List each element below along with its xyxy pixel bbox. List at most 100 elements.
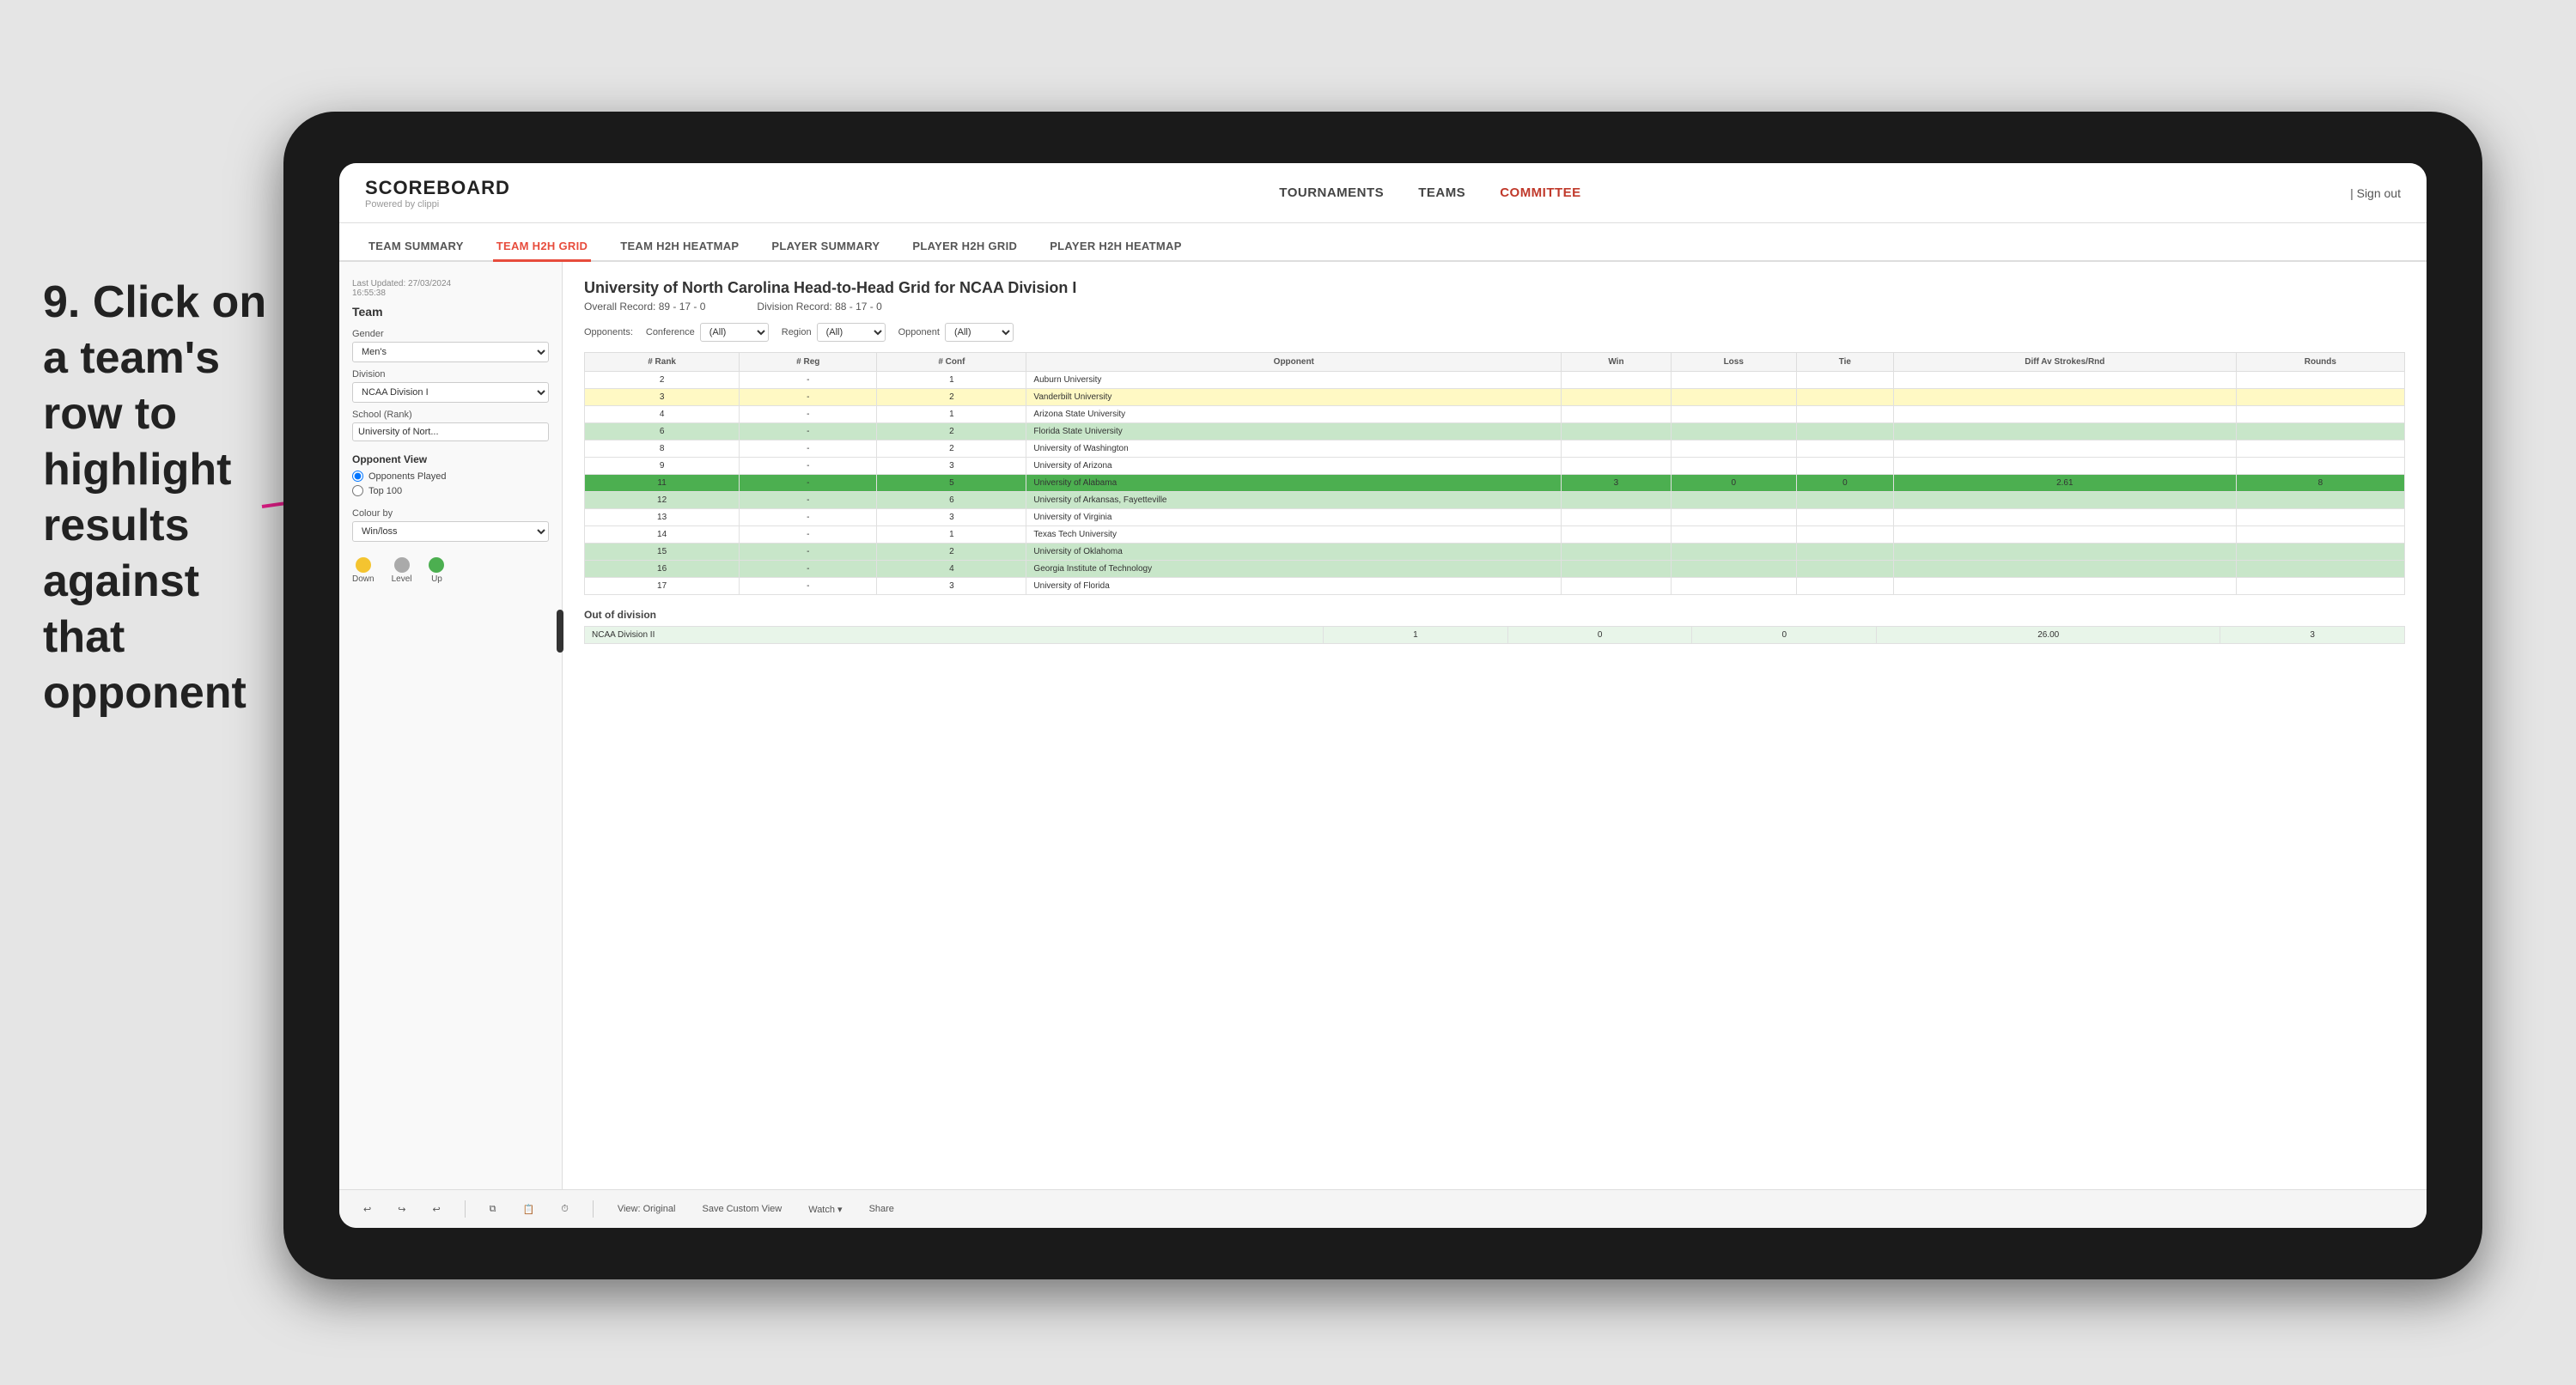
filters-row: Opponents: Conference (All) Region (All) <box>584 323 2405 342</box>
brand-logo: SCOREBOARD Powered by clippi <box>365 177 510 210</box>
tab-team-summary[interactable]: TEAM SUMMARY <box>365 233 467 262</box>
scene: 9. Click on a team's row to highlight re… <box>0 0 2576 1385</box>
radio-group: Opponents Played Top 100 <box>352 471 549 496</box>
table-row[interactable]: 16-4Georgia Institute of Technology <box>585 561 2405 578</box>
school-value[interactable]: University of Nort... <box>352 422 549 441</box>
school-label: School (Rank) <box>352 410 549 420</box>
toolbar-sep1 <box>465 1200 466 1218</box>
sidebar: Last Updated: 27/03/2024 16:55:38 Team G… <box>339 262 563 1189</box>
nav-committee[interactable]: COMMITTEE <box>1500 185 1581 200</box>
table-row[interactable]: 9-3University of Arizona <box>585 458 2405 475</box>
col-rounds: Rounds <box>2236 353 2404 372</box>
conference-label: Conference <box>646 327 695 337</box>
table-row[interactable]: 13-3University of Virginia <box>585 509 2405 526</box>
copy-btn[interactable]: ⧉ <box>483 1200 503 1218</box>
tab-player-h2h-grid[interactable]: PLAYER H2H GRID <box>909 233 1020 262</box>
conference-filter: Conference (All) <box>646 323 769 342</box>
col-diff: Diff Av Strokes/Rnd <box>1893 353 2236 372</box>
col-loss: Loss <box>1671 353 1796 372</box>
nav-teams[interactable]: TEAMS <box>1418 185 1465 200</box>
bottom-toolbar: ↩ ↪ ↩ ⧉ 📋 ⏱ View: Original Save Custom V… <box>339 1189 2427 1228</box>
colour-label-up: Up <box>431 574 442 584</box>
last-updated-text: Last Updated: 27/03/2024 16:55:38 <box>352 279 549 298</box>
sign-out-link[interactable]: | Sign out <box>2350 186 2401 200</box>
instruction-text: 9. Click on a team's row to highlight re… <box>43 275 283 721</box>
brand-title: SCOREBOARD <box>365 177 510 199</box>
view-original-btn[interactable]: View: Original <box>611 1200 683 1218</box>
conference-select[interactable]: (All) <box>700 323 769 342</box>
region-select[interactable]: (All) <box>817 323 886 342</box>
time-btn[interactable]: ⏱ <box>554 1200 575 1218</box>
colour-down: Down <box>352 557 375 584</box>
col-tie: Tie <box>1796 353 1893 372</box>
tab-player-h2h-heatmap[interactable]: PLAYER H2H HEATMAP <box>1046 233 1184 262</box>
table-row[interactable]: 11-5University of Alabama3002.618 <box>585 475 2405 492</box>
grid-title: University of North Carolina Head-to-Hea… <box>584 279 2405 297</box>
col-opponent: Opponent <box>1026 353 1562 372</box>
ood-win: 1 <box>1324 627 1508 644</box>
ood-loss: 0 <box>1507 627 1692 644</box>
colour-by-label: Colour by <box>352 508 549 519</box>
table-row[interactable]: 4-1Arizona State University <box>585 406 2405 423</box>
tab-team-h2h-heatmap[interactable]: TEAM H2H HEATMAP <box>617 233 742 262</box>
opponent-select[interactable]: (All) <box>945 323 1014 342</box>
table-row[interactable]: 6-2Florida State University <box>585 423 2405 440</box>
tablet-screen: SCOREBOARD Powered by clippi TOURNAMENTS… <box>339 163 2427 1228</box>
table-row[interactable]: 12-6University of Arkansas, Fayetteville <box>585 492 2405 509</box>
opponents-filter: Opponents: <box>584 327 633 337</box>
col-rank: # Rank <box>585 353 740 372</box>
out-of-division-table: NCAA Division II 1 0 0 26.00 3 <box>584 626 2405 644</box>
radio-top-100[interactable]: Top 100 <box>352 485 549 496</box>
save-custom-btn[interactable]: Save Custom View <box>695 1200 789 1218</box>
ood-rounds: 3 <box>2220 627 2405 644</box>
sidebar-team-label: Team <box>352 305 549 319</box>
sub-nav: TEAM SUMMARY TEAM H2H GRID TEAM H2H HEAT… <box>339 223 2427 262</box>
table-area: University of North Carolina Head-to-Hea… <box>563 262 2427 1189</box>
opponent-filter: Opponent (All) <box>898 323 1014 342</box>
colour-level: Level <box>392 557 412 584</box>
opponent-view-label: Opponent View <box>352 453 549 465</box>
redo-btn[interactable]: ↪ <box>391 1200 412 1218</box>
table-row[interactable]: 14-1Texas Tech University <box>585 526 2405 544</box>
table-body: 2-1Auburn University3-2Vanderbilt Univer… <box>585 372 2405 595</box>
tab-team-h2h-grid[interactable]: TEAM H2H GRID <box>493 233 591 262</box>
colour-label-down: Down <box>352 574 375 584</box>
share-btn[interactable]: Share <box>862 1200 901 1218</box>
data-table: # Rank # Reg # Conf Opponent Win Loss Ti… <box>584 352 2405 595</box>
undo2-btn[interactable]: ↩ <box>425 1200 447 1218</box>
ood-tie: 0 <box>1692 627 1877 644</box>
colour-by-select[interactable]: Win/loss <box>352 521 549 542</box>
table-row[interactable]: 2-1Auburn University <box>585 372 2405 389</box>
table-header: University of North Carolina Head-to-Hea… <box>584 279 2405 313</box>
colour-label-level: Level <box>392 574 412 584</box>
gender-label: Gender <box>352 329 549 339</box>
watch-btn[interactable]: Watch ▾ <box>801 1200 849 1218</box>
division-label: Division <box>352 369 549 380</box>
table-row[interactable]: 15-2University of Oklahoma <box>585 544 2405 561</box>
colour-dot-down <box>356 557 371 573</box>
table-header-row: # Rank # Reg # Conf Opponent Win Loss Ti… <box>585 353 2405 372</box>
table-row[interactable]: 3-2Vanderbilt University <box>585 389 2405 406</box>
table-row[interactable]: 17-3University of Florida <box>585 578 2405 595</box>
col-conf: # Conf <box>877 353 1026 372</box>
tablet-device: SCOREBOARD Powered by clippi TOURNAMENTS… <box>283 112 2482 1279</box>
region-label: Region <box>782 327 812 337</box>
nav-links: TOURNAMENTS TEAMS COMMITTEE <box>1279 185 1580 200</box>
top-nav: SCOREBOARD Powered by clippi TOURNAMENTS… <box>339 163 2427 223</box>
nav-tournaments[interactable]: TOURNAMENTS <box>1279 185 1384 200</box>
records-row: Overall Record: 89 - 17 - 0 Division Rec… <box>584 301 2405 313</box>
division-record: Division Record: 88 - 17 - 0 <box>757 301 881 313</box>
tab-player-summary[interactable]: PLAYER SUMMARY <box>768 233 883 262</box>
brand-subtitle: Powered by clippi <box>365 199 510 210</box>
undo-btn[interactable]: ↩ <box>356 1200 378 1218</box>
radio-opponents-played[interactable]: Opponents Played <box>352 471 549 482</box>
col-win: Win <box>1562 353 1672 372</box>
paste-btn[interactable]: 📋 <box>516 1200 542 1218</box>
gender-select[interactable]: Men's <box>352 342 549 362</box>
opponents-label: Opponents: <box>584 327 633 337</box>
table-row[interactable]: 8-2University of Washington <box>585 440 2405 458</box>
ood-diff: 26.00 <box>1877 627 2220 644</box>
division-select[interactable]: NCAA Division I <box>352 382 549 403</box>
main-content: Last Updated: 27/03/2024 16:55:38 Team G… <box>339 262 2427 1189</box>
out-of-division-row[interactable]: NCAA Division II 1 0 0 26.00 3 <box>585 627 2405 644</box>
